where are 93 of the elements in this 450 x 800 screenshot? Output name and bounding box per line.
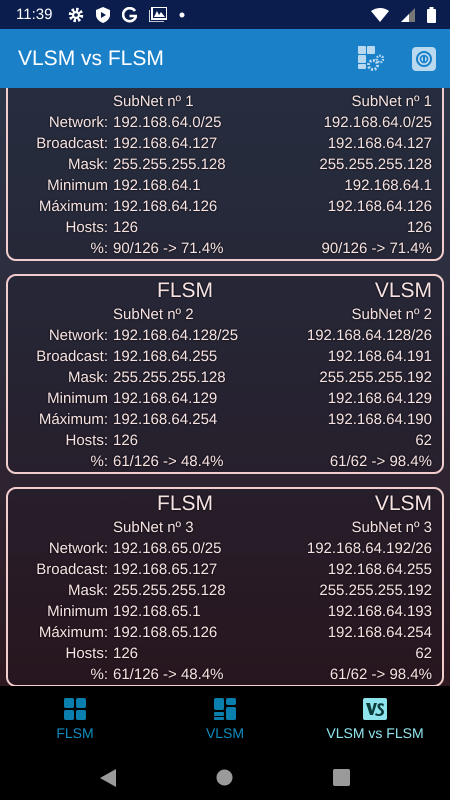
app-title: VLSM vs FLSM bbox=[18, 46, 165, 70]
subnet-label: SubNet nº 1 bbox=[113, 92, 194, 112]
vlsm-value: 192.168.64.1 bbox=[344, 176, 432, 196]
field-label: Network: bbox=[48, 539, 108, 559]
flsm-value: 192.168.64.0/25 bbox=[113, 113, 222, 133]
flsm-value: 192.168.64.128/25 bbox=[113, 326, 238, 346]
vlsm-value: 192.168.64.129 bbox=[328, 389, 432, 409]
vlsm-value: 90/126 -> 71.4% bbox=[321, 239, 432, 259]
g-logo-icon bbox=[122, 6, 138, 22]
vlsm-value: 192.168.64.126 bbox=[328, 197, 432, 217]
flsm-value: 192.168.65.127 bbox=[113, 560, 218, 580]
flsm-value: 126 bbox=[113, 644, 138, 664]
flsm-value: 90/126 -> 71.4% bbox=[113, 239, 224, 259]
field-label: Network: bbox=[48, 326, 108, 346]
vlsm-value: 62 bbox=[415, 644, 432, 664]
flsm-value: 192.168.65.0/25 bbox=[113, 539, 222, 559]
image-stack-icon bbox=[149, 7, 168, 22]
blocks-icon bbox=[214, 698, 236, 720]
flsm-value: 126 bbox=[113, 431, 138, 451]
flsm-value: 192.168.64.1 bbox=[113, 176, 201, 196]
field-label: Broadcast: bbox=[36, 560, 108, 580]
field-label: Mask: bbox=[68, 368, 108, 388]
wifi-icon bbox=[371, 8, 389, 22]
refresh-icon[interactable] bbox=[412, 46, 436, 70]
dot-icon bbox=[179, 12, 186, 18]
field-label: Mask: bbox=[68, 581, 108, 601]
vlsm-value: 61/62 -> 98.4% bbox=[330, 665, 432, 685]
field-label: Hosts: bbox=[65, 218, 108, 238]
column-title: VLSM bbox=[374, 278, 432, 304]
vlsm-value: 61/62 -> 98.4% bbox=[330, 452, 432, 472]
flsm-value: 192.168.64.127 bbox=[113, 134, 218, 154]
column-title: FLSM bbox=[157, 491, 214, 517]
shield-icon bbox=[96, 6, 110, 22]
field-label: Broadcast: bbox=[36, 347, 108, 367]
flsm-value: 126 bbox=[113, 218, 138, 238]
field-label: Minimum bbox=[47, 389, 108, 409]
field-label: %: bbox=[90, 239, 108, 259]
vlsm-value: 255.255.255.192 bbox=[319, 368, 432, 388]
subnet-label: SubNet nº 2 bbox=[113, 305, 194, 325]
vlsm-value: 126 bbox=[406, 218, 432, 238]
flsm-value: 61/126 -> 48.4% bbox=[113, 665, 224, 685]
nav-tab[interactable]: VLSM vs FLSM bbox=[300, 686, 450, 755]
vlsm-value: 192.168.64.190 bbox=[328, 410, 432, 430]
subnet-label: SubNet nº 3 bbox=[113, 518, 194, 538]
field-label: %: bbox=[90, 665, 108, 685]
field-label: Mask: bbox=[68, 155, 108, 175]
flsm-value: 192.168.64.126 bbox=[113, 197, 218, 217]
field-label: Hosts: bbox=[65, 644, 108, 664]
vlsm-value: 192.168.64.127 bbox=[328, 134, 432, 154]
home-icon[interactable] bbox=[216, 769, 233, 786]
field-label: Máximum: bbox=[38, 623, 108, 643]
flsm-value: 192.168.65.126 bbox=[113, 623, 218, 643]
field-label: Minimum bbox=[47, 176, 108, 196]
settings-icon bbox=[68, 6, 84, 22]
vlsm-value: 255.255.255.192 bbox=[319, 581, 432, 601]
vlsm-value: 192.168.64.191 bbox=[328, 347, 432, 367]
flsm-value: 192.168.65.1 bbox=[113, 602, 201, 622]
vlsm-value: 192.168.64.128/26 bbox=[306, 326, 432, 346]
vlsm-value: 192.168.64.0/25 bbox=[324, 113, 432, 133]
vlsm-value: 192.168.64.193 bbox=[328, 602, 432, 622]
subnet-label: SubNet nº 1 bbox=[351, 92, 432, 112]
flsm-value: 192.168.64.129 bbox=[113, 389, 218, 409]
column-title: FLSM bbox=[157, 278, 214, 304]
battery-icon bbox=[427, 6, 436, 22]
nav-tab[interactable]: VLSM bbox=[150, 686, 300, 755]
column-title: VLSM bbox=[374, 491, 432, 517]
vlsm-value: 192.168.64.255 bbox=[328, 560, 432, 580]
field-label: Máximum: bbox=[38, 197, 108, 217]
status-time: 11:39 bbox=[16, 6, 52, 23]
flsm-value: 61/126 -> 48.4% bbox=[113, 452, 224, 472]
flsm-value: 255.255.255.128 bbox=[113, 368, 226, 388]
flsm-value: 192.168.64.254 bbox=[113, 410, 218, 430]
field-label: Hosts: bbox=[65, 431, 108, 451]
vlsm-value: 255.255.255.128 bbox=[319, 155, 432, 175]
field-label: Máximum: bbox=[38, 410, 108, 430]
signal-icon bbox=[401, 8, 415, 22]
grid-icon bbox=[64, 698, 86, 720]
back-icon[interactable] bbox=[100, 768, 116, 786]
vlsm-value: 62 bbox=[415, 431, 432, 451]
subnet-label: SubNet nº 3 bbox=[351, 518, 432, 538]
flsm-value: 192.168.64.255 bbox=[113, 347, 218, 367]
flsm-value: 255.255.255.128 bbox=[113, 581, 226, 601]
vlsm-value: 192.168.64.254 bbox=[328, 623, 432, 643]
field-label: Broadcast: bbox=[36, 134, 108, 154]
subnet-label: SubNet nº 2 bbox=[351, 305, 432, 325]
nav-tab[interactable]: FLSM bbox=[0, 686, 150, 755]
grid-gear-icon[interactable] bbox=[358, 46, 384, 72]
vlsm-value: 192.168.64.192/26 bbox=[306, 539, 432, 559]
flsm-value: 255.255.255.128 bbox=[113, 155, 226, 175]
field-label: Network: bbox=[48, 113, 108, 133]
versus-icon bbox=[363, 698, 387, 720]
field-label: %: bbox=[90, 452, 108, 472]
field-label: Minimum bbox=[47, 602, 108, 622]
